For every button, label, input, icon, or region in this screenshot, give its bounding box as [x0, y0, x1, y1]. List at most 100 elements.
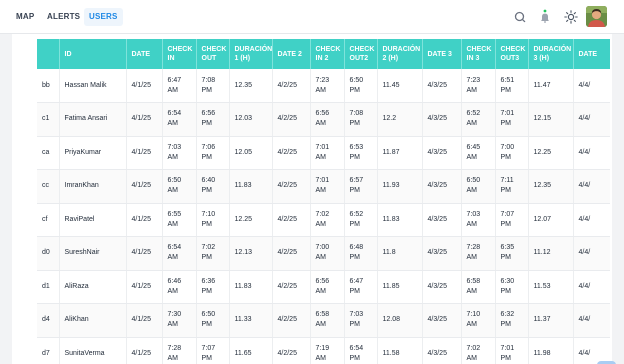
- table-row[interactable]: d1 AliRaza 4/1/25 6:46 AM 6:36 PM 11.83 4/2/25…: [37, 270, 610, 304]
- table-cell: 6:46 AM: [162, 270, 197, 304]
- table-row[interactable]: cf RaviPatel 4/1/25 6:55 AM 7:10 PM 12.25 4/2/…: [37, 203, 610, 237]
- column-header[interactable]: CHECK IN 3: [461, 39, 496, 69]
- table-cell: 6:56 AM: [310, 270, 345, 304]
- column-header[interactable]: DURACIÓN 2 (H): [377, 39, 423, 69]
- table-cell: 7:03 AM: [162, 136, 197, 170]
- table-cell: 6:51 PM: [495, 69, 529, 103]
- table-cell: 7:01 AM: [310, 136, 345, 170]
- table-row[interactable]: d4 AliKhan 4/1/25 7:30 AM 6:50 PM 11.33 4/2/25…: [37, 303, 610, 338]
- table-cell: bb: [37, 69, 60, 103]
- table-cell: 11.83: [377, 203, 423, 237]
- table-cell: 4/1/25: [126, 270, 163, 304]
- top-navigation-bar: MAP ALERTS USERS: [0, 0, 624, 34]
- table-cell: 4/1/25: [126, 169, 163, 204]
- table-cell: d7: [37, 337, 60, 364]
- column-header[interactable]: DATE: [573, 39, 610, 69]
- table-cell: 7:02 AM: [310, 203, 345, 237]
- table-cell: 11.85: [377, 270, 423, 304]
- table-cell: 6:53 PM: [344, 136, 378, 170]
- table-cell: 4/4/: [573, 203, 610, 237]
- table-cell: d1: [37, 270, 60, 304]
- table-cell: 7:28 AM: [162, 337, 197, 364]
- table-cell: 4/3/25: [422, 236, 462, 271]
- table-cell: SunitaVerma: [59, 337, 127, 364]
- table-cell: 7:00 AM: [310, 236, 345, 271]
- attendance-table-container[interactable]: ID DATE CHECK IN CHECK OUT DURACIÓN 1 (H) DAT…: [37, 39, 610, 364]
- column-header[interactable]: CHECK IN 2: [310, 39, 345, 69]
- column-header[interactable]: DURACIÓN 1 (H): [229, 39, 273, 69]
- table-row[interactable]: bb Hassan Malik 4/1/25 6:47 AM 7:08 PM 12.35 4…: [37, 69, 610, 103]
- table-cell: PriyaKumar: [59, 136, 127, 170]
- table-cell: 4/4/: [573, 236, 610, 271]
- table-row[interactable]: d0 SureshNair 4/1/25 6:54 AM 7:02 PM 12.13 4/2…: [37, 236, 610, 271]
- column-header[interactable]: CHECK OUT3: [495, 39, 529, 69]
- tab-alerts[interactable]: ALERTS: [42, 8, 85, 26]
- table-cell: 11.8: [377, 236, 423, 271]
- column-header[interactable]: CHECK IN: [162, 39, 197, 69]
- table-cell: 7:11 PM: [495, 169, 529, 204]
- table-cell: 4/2/25: [272, 303, 311, 338]
- table-cell: cf: [37, 203, 60, 237]
- table-cell: 6:30 PM: [495, 270, 529, 304]
- table-cell: 12.08: [377, 303, 423, 338]
- table-cell: 4/1/25: [126, 236, 163, 271]
- table-cell: 11.93: [377, 169, 423, 204]
- column-header[interactable]: CHECK OUT2: [344, 39, 378, 69]
- table-cell: 6:50 AM: [461, 169, 496, 204]
- column-header[interactable]: CHECK OUT: [196, 39, 230, 69]
- table-cell: 11.45: [377, 69, 423, 103]
- table-cell: 4/4/: [573, 337, 610, 364]
- table-cell: 7:06 PM: [196, 136, 230, 170]
- table-cell: 4/2/25: [272, 69, 311, 103]
- table-cell: 4/2/25: [272, 270, 311, 304]
- bell-icon[interactable]: [537, 9, 553, 25]
- column-header[interactable]: DATE: [126, 39, 163, 69]
- table-cell: cc: [37, 169, 60, 204]
- table-cell: d4: [37, 303, 60, 338]
- table-cell: 4/3/25: [422, 169, 462, 204]
- column-header[interactable]: DATE 2: [272, 39, 311, 69]
- table-row[interactable]: cc ImranKhan 4/1/25 6:50 AM 6:40 PM 11.83 4/2/…: [37, 169, 610, 204]
- column-header[interactable]: [37, 39, 60, 69]
- table-cell: 12.25: [528, 136, 574, 170]
- tab-map[interactable]: MAP: [11, 8, 39, 26]
- table-cell: 7:28 AM: [461, 236, 496, 271]
- table-cell: 11.47: [528, 69, 574, 103]
- user-avatar[interactable]: [586, 6, 607, 27]
- table-cell: 7:02 PM: [196, 236, 230, 271]
- table-cell: 6:40 PM: [196, 169, 230, 204]
- table-cell: 6:52 AM: [461, 102, 496, 137]
- table-row[interactable]: c1 Fatima Ansari 4/1/25 6:54 AM 6:56 PM 12.03…: [37, 102, 610, 137]
- search-icon[interactable]: [512, 9, 528, 25]
- table-cell: 7:01 AM: [310, 169, 345, 204]
- table-cell: 4/3/25: [422, 102, 462, 137]
- table-cell: 4/3/25: [422, 270, 462, 304]
- table-row[interactable]: ca PriyaKumar 4/1/25 7:03 AM 7:06 PM 12.05 4/2…: [37, 136, 610, 170]
- table-cell: 7:19 AM: [310, 337, 345, 364]
- table-header-row: ID DATE CHECK IN CHECK OUT DURACIÓN 1 (H) DAT…: [37, 39, 610, 69]
- tab-users[interactable]: USERS: [84, 8, 123, 26]
- sun-icon[interactable]: [563, 9, 579, 25]
- table-row[interactable]: d7 SunitaVerma 4/1/25 7:28 AM 7:07 PM 11.65 4/…: [37, 337, 610, 364]
- table-cell: 6:32 PM: [495, 303, 529, 338]
- column-header[interactable]: DATE 3: [422, 39, 462, 69]
- table-cell: 4/2/25: [272, 169, 311, 204]
- table-cell: 7:02 AM: [461, 337, 496, 364]
- table-cell: 11.87: [377, 136, 423, 170]
- column-header[interactable]: ID: [59, 39, 127, 69]
- table-cell: 4/4/: [573, 102, 610, 137]
- table-cell: 11.58: [377, 337, 423, 364]
- table-cell: 4/1/25: [126, 136, 163, 170]
- table-cell: 4/2/25: [272, 136, 311, 170]
- table-cell: 6:50 PM: [196, 303, 230, 338]
- column-header[interactable]: DURACIÓN 3 (H): [528, 39, 574, 69]
- table-cell: 11.83: [229, 169, 273, 204]
- table-cell: 4/3/25: [422, 69, 462, 103]
- table-cell: 4/3/25: [422, 303, 462, 338]
- main-content: ID DATE CHECK IN CHECK OUT DURACIÓN 1 (H) DAT…: [0, 34, 624, 364]
- table-cell: 4/1/25: [126, 203, 163, 237]
- table-cell: 7:10 PM: [196, 203, 230, 237]
- table-cell: 12.35: [229, 69, 273, 103]
- table-cell: 7:23 AM: [461, 69, 496, 103]
- table-cell: ca: [37, 136, 60, 170]
